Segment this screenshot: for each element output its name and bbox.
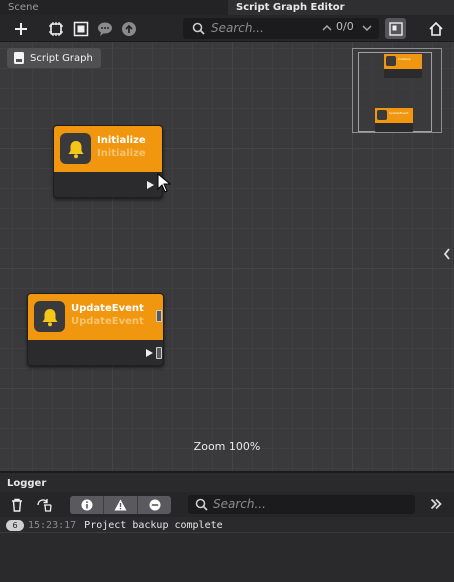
log-entry-message: Project backup complete	[84, 519, 223, 531]
trash-icon[interactable]	[8, 496, 26, 514]
search-icon	[192, 22, 205, 35]
value-output-port[interactable]	[156, 310, 162, 322]
control-output-port[interactable]	[146, 349, 153, 357]
warning-icon[interactable]	[104, 496, 138, 514]
mouse-cursor-icon	[157, 173, 171, 193]
minimap-node: UpdateEvent	[375, 108, 413, 132]
log-filter-group	[70, 496, 171, 514]
minimap[interactable]: Initialize UpdateEvent	[352, 48, 442, 133]
add-icon[interactable]	[11, 19, 31, 39]
comment-icon[interactable]	[95, 19, 115, 39]
log-divider	[0, 532, 454, 533]
tab-script-graph-editor[interactable]: Script Graph Editor	[228, 0, 454, 15]
zoom-level: Zoom 100%	[193, 440, 261, 453]
node-subtitle: UpdateEvent	[71, 316, 144, 327]
log-entry[interactable]: 6 15:23:17 Project backup complete	[0, 518, 454, 532]
breadcrumb-label: Script Graph	[30, 52, 93, 64]
initialize-node[interactable]: Initialize Initialize	[53, 125, 163, 198]
breadcrumb-script-graph[interactable]: Script Graph	[7, 48, 101, 68]
script-graph-icon	[14, 52, 24, 64]
chevron-left-icon[interactable]	[443, 248, 451, 260]
log-entry-time: 15:23:17	[28, 519, 77, 531]
logger-panel: Logger Search... 6 15:23:17 Project back…	[0, 471, 454, 582]
search-placeholder: Search...	[211, 21, 264, 35]
minimap-node-title: Initialize	[398, 57, 411, 61]
bell-icon	[60, 133, 91, 164]
tab-scene[interactable]: Scene	[0, 0, 228, 15]
control-output-port[interactable]	[147, 181, 154, 189]
minimap-node-title: UpdateEvent	[389, 111, 409, 115]
toggle-inspector-icon[interactable]	[385, 18, 406, 39]
logger-title: Logger	[7, 478, 47, 489]
node-title: UpdateEvent	[71, 303, 144, 314]
node-subtitle: Initialize	[97, 148, 146, 159]
graph-canvas[interactable]: Script Graph Initialize Initialize Updat…	[0, 42, 454, 471]
double-chevron-right-icon[interactable]	[430, 498, 442, 510]
logger-search-input[interactable]: Search...	[188, 495, 415, 514]
search-result-count: 0/0	[336, 20, 354, 33]
upload-icon[interactable]	[119, 19, 139, 39]
search-placeholder: Search...	[213, 497, 266, 511]
update-event-node[interactable]: UpdateEvent UpdateEvent	[27, 293, 164, 366]
bell-icon	[34, 301, 65, 332]
home-icon[interactable]	[425, 18, 446, 39]
node-title: Initialize	[97, 135, 146, 146]
search-next-icon[interactable]	[360, 20, 374, 36]
log-entry-count-badge: 6	[6, 519, 24, 531]
error-icon[interactable]	[138, 496, 171, 514]
value-input-port[interactable]	[156, 347, 162, 359]
logger-toolbar: Search...	[0, 492, 454, 517]
graph-toolbar: Search... 0/0	[0, 15, 454, 42]
search-icon	[195, 498, 208, 511]
clear-on-play-icon[interactable]	[35, 496, 53, 514]
graph-settings-icon[interactable]	[46, 19, 66, 39]
search-prev-icon[interactable]	[320, 20, 334, 36]
minimap-viewport[interactable]: Initialize UpdateEvent	[358, 52, 432, 132]
minimap-node: Initialize	[384, 54, 422, 78]
info-icon[interactable]	[70, 496, 104, 514]
tab-strip: Scene Script Graph Editor	[0, 0, 454, 15]
fit-view-icon[interactable]	[71, 19, 91, 39]
